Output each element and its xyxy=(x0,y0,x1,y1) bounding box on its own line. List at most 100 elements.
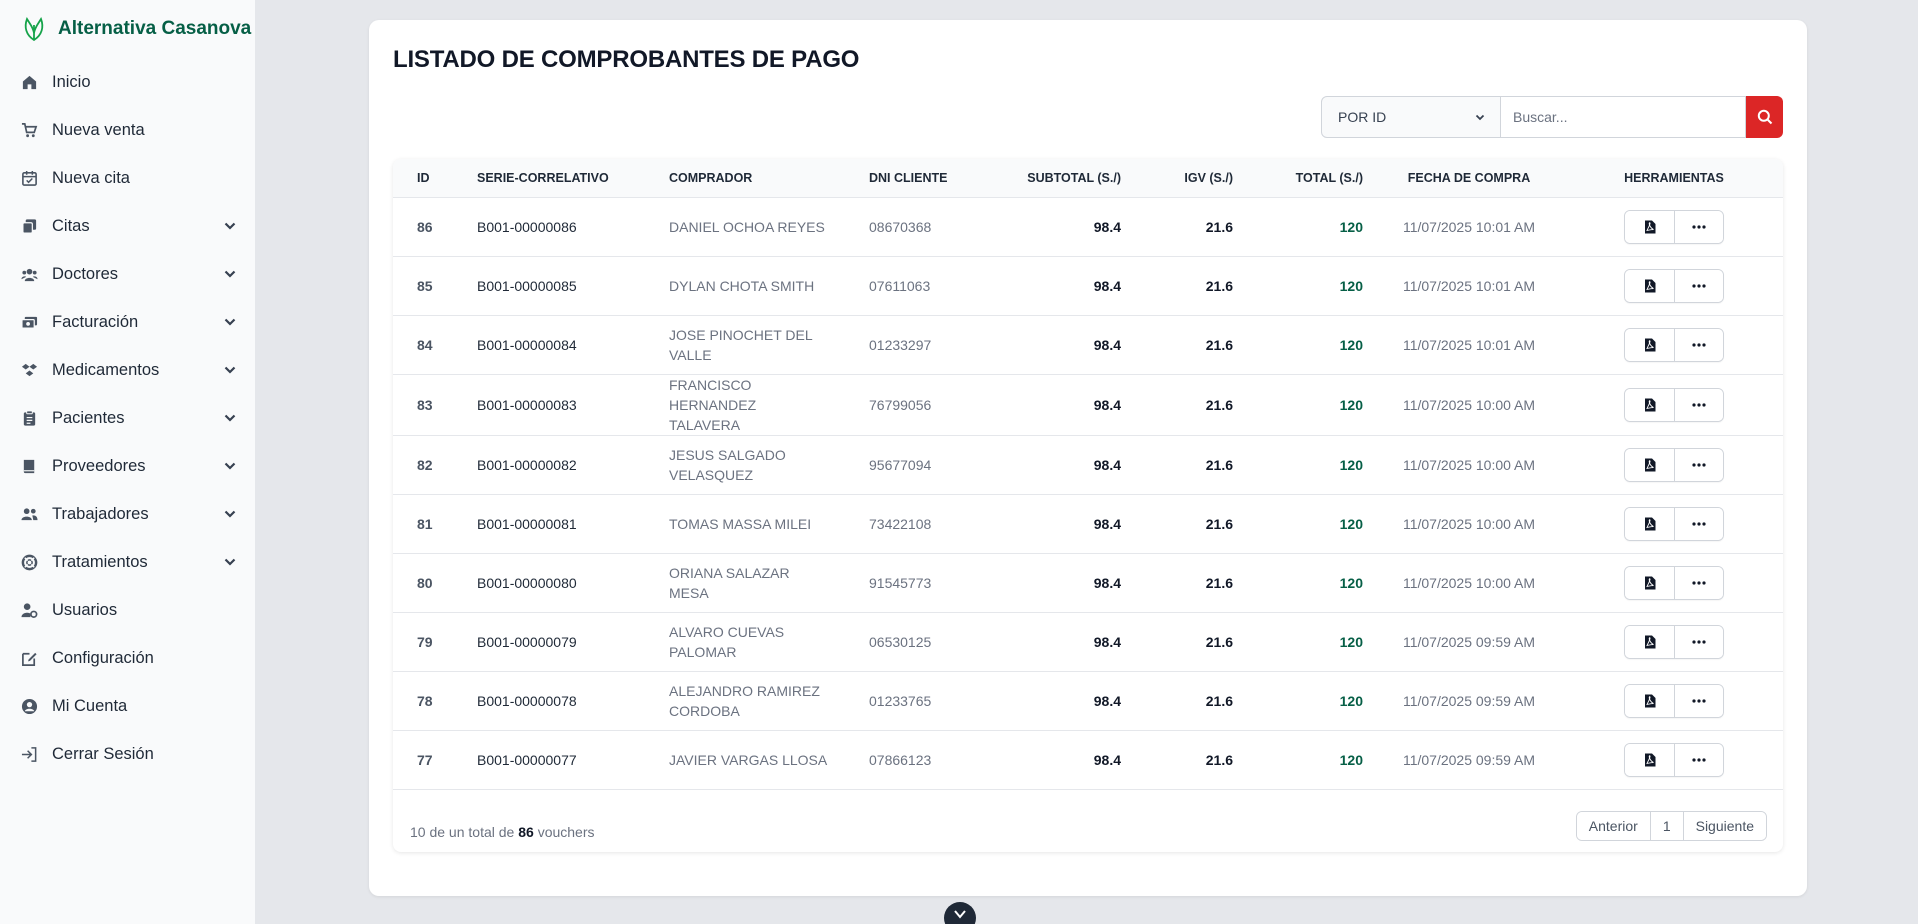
sidebar-item-cart[interactable]: Nueva venta xyxy=(0,106,255,154)
sidebar-item-label: Citas xyxy=(52,216,90,235)
cell-herramientas xyxy=(1565,671,1783,730)
more-options-button[interactable] xyxy=(1674,388,1723,421)
pdf-button[interactable] xyxy=(1625,448,1674,481)
cell-total: 120 xyxy=(1339,277,1363,294)
sidebar-item-pills[interactable]: Medicamentos xyxy=(0,346,255,394)
app-name: Alternativa Casanova xyxy=(58,18,252,39)
col-header-dni[interactable]: DNI CLIENTE xyxy=(859,159,977,197)
pdf-button[interactable] xyxy=(1625,625,1674,658)
cell-comprador: ALEJANDRO RAMIREZ CORDOBA xyxy=(659,671,859,730)
more-options-button[interactable] xyxy=(1674,566,1723,599)
cell-dni: 95677094 xyxy=(869,456,932,473)
search-input[interactable] xyxy=(1501,96,1746,138)
pdf-button[interactable] xyxy=(1625,328,1674,361)
cell-fecha: 11/07/2025 10:00 AM xyxy=(1402,574,1536,591)
brand[interactable]: Alternativa Casanova xyxy=(0,0,255,58)
table-row[interactable]: 77 B001-00000077 JAVIER VARGAS LLOSA 078661… xyxy=(393,730,1783,789)
table-row[interactable]: 79 B001-00000079 ALVARO CUEVAS PALOMAR 0653… xyxy=(393,612,1783,671)
table-row[interactable]: 80 B001-00000080 ORIANA SALAZAR MESA 915457… xyxy=(393,553,1783,612)
cell-herramientas xyxy=(1565,256,1783,315)
cell-id: 78 xyxy=(417,692,433,709)
cell-fecha: 11/07/2025 10:01 AM xyxy=(1402,336,1536,353)
sidebar-item-edit[interactable]: Configuración xyxy=(0,634,255,682)
sidebar-item-users[interactable]: Doctores xyxy=(0,250,255,298)
cell-fecha: 11/07/2025 10:00 AM xyxy=(1402,515,1536,532)
cart-icon xyxy=(20,121,38,139)
sidebar-item-clipboard[interactable]: Pacientes xyxy=(0,394,255,442)
pdf-button[interactable] xyxy=(1625,388,1674,421)
sidebar-item-logout[interactable]: Cerrar Sesión xyxy=(0,730,255,778)
cell-id: 82 xyxy=(417,456,433,473)
cell-dni: 08670368 xyxy=(869,218,932,235)
more-options-button[interactable] xyxy=(1674,684,1723,717)
col-header-comprador[interactable]: COMPRADOR xyxy=(659,159,859,197)
table-row[interactable]: 82 B001-00000082 JESUS SALGADO VELASQUEZ 95… xyxy=(393,435,1783,494)
col-header-fecha[interactable]: FECHA DE COMPRA xyxy=(1373,159,1565,197)
sidebar-item-label: Facturación xyxy=(52,312,139,331)
sidebar-item-lifebuoy[interactable]: Tratamientos xyxy=(0,538,255,586)
pdf-button[interactable] xyxy=(1625,566,1674,599)
more-options-button[interactable] xyxy=(1674,210,1723,243)
col-header-subtotal[interactable]: SUBTOTAL (S./) xyxy=(977,159,1131,197)
prev-page-button[interactable]: Anterior xyxy=(1576,812,1650,840)
more-options-button[interactable] xyxy=(1674,625,1723,658)
more-options-button[interactable] xyxy=(1674,328,1723,361)
sidebar-item-label: Usuarios xyxy=(52,600,118,619)
sidebar-item-copy[interactable]: Citas xyxy=(0,202,255,250)
cell-id: 84 xyxy=(417,336,433,353)
more-options-button[interactable] xyxy=(1674,269,1723,302)
chevron-down-icon[interactable] xyxy=(223,411,237,425)
copy-icon xyxy=(20,217,38,235)
sidebar-item-user-gear[interactable]: Usuarios xyxy=(0,586,255,634)
pdf-button[interactable] xyxy=(1625,269,1674,302)
table-row[interactable]: 78 B001-00000078 ALEJANDRO RAMIREZ CORDOBA… xyxy=(393,671,1783,730)
cell-id: 77 xyxy=(417,751,433,768)
cell-comprador: JESUS SALGADO VELASQUEZ xyxy=(659,435,859,494)
search-filter-select[interactable]: POR ID xyxy=(1321,96,1501,138)
pdf-button[interactable] xyxy=(1625,684,1674,717)
chevron-down-icon[interactable] xyxy=(223,507,237,521)
main-card: LISTADO DE COMPROBANTES DE PAGO POR ID I… xyxy=(369,20,1807,896)
sidebar-item-home[interactable]: Inicio xyxy=(0,58,255,106)
col-header-id[interactable]: ID xyxy=(393,159,467,197)
pdf-button[interactable] xyxy=(1625,507,1674,540)
pdf-button[interactable] xyxy=(1625,210,1674,243)
table-row[interactable]: 81 B001-00000081 TOMAS MASSA MILEI 73422108… xyxy=(393,494,1783,553)
file-pdf-icon xyxy=(1644,694,1655,707)
chevron-down-icon[interactable] xyxy=(223,555,237,569)
chevron-down-icon[interactable] xyxy=(223,459,237,473)
cell-dni: 73422108 xyxy=(869,515,932,532)
chevron-down-icon[interactable] xyxy=(223,315,237,329)
chevron-down-icon[interactable] xyxy=(223,267,237,281)
more-horizontal-icon xyxy=(1692,224,1706,229)
more-options-button[interactable] xyxy=(1674,743,1723,776)
pdf-button[interactable] xyxy=(1625,743,1674,776)
col-header-serie[interactable]: SERIE-CORRELATIVO xyxy=(467,159,659,197)
cell-herramientas xyxy=(1565,435,1783,494)
col-header-igv[interactable]: IGV (S./) xyxy=(1131,159,1243,197)
table-row[interactable]: 86 B001-00000086 DANIEL OCHOA REYES 0867036… xyxy=(393,197,1783,256)
sidebar-item-calendar[interactable]: Nueva cita xyxy=(0,154,255,202)
table-row[interactable]: 83 B001-00000083 FRANCISCO HERNANDEZ TALAV… xyxy=(393,374,1783,435)
sidebar-item-book[interactable]: Proveedores xyxy=(0,442,255,490)
row-actions xyxy=(1624,506,1724,541)
sidebar-item-money[interactable]: Facturación xyxy=(0,298,255,346)
cell-comprador-text: ALVARO CUEVAS PALOMAR xyxy=(669,623,785,660)
search-button[interactable] xyxy=(1746,96,1783,138)
col-header-total[interactable]: TOTAL (S./) xyxy=(1243,159,1373,197)
chevron-down-icon[interactable] xyxy=(223,363,237,377)
sidebar-item-label: Nueva cita xyxy=(52,168,130,187)
cell-comprador: TOMAS MASSA MILEI xyxy=(659,494,859,553)
row-actions xyxy=(1624,387,1724,422)
table-row[interactable]: 84 B001-00000084 JOSE PINOCHET DEL VALLE 01… xyxy=(393,315,1783,374)
next-page-button[interactable]: Siguiente xyxy=(1682,812,1766,840)
more-options-button[interactable] xyxy=(1674,507,1723,540)
chevron-down-icon[interactable] xyxy=(223,219,237,233)
scroll-down-button[interactable] xyxy=(944,902,976,924)
sidebar-item-workers[interactable]: Trabajadores xyxy=(0,490,255,538)
cell-id: 83 xyxy=(417,396,433,413)
sidebar-item-user-circle[interactable]: Mi Cuenta xyxy=(0,682,255,730)
current-page-button[interactable]: 1 xyxy=(1649,812,1683,840)
table-row[interactable]: 85 B001-00000085 DYLAN CHOTA SMITH 07611063… xyxy=(393,256,1783,315)
more-options-button[interactable] xyxy=(1674,448,1723,481)
